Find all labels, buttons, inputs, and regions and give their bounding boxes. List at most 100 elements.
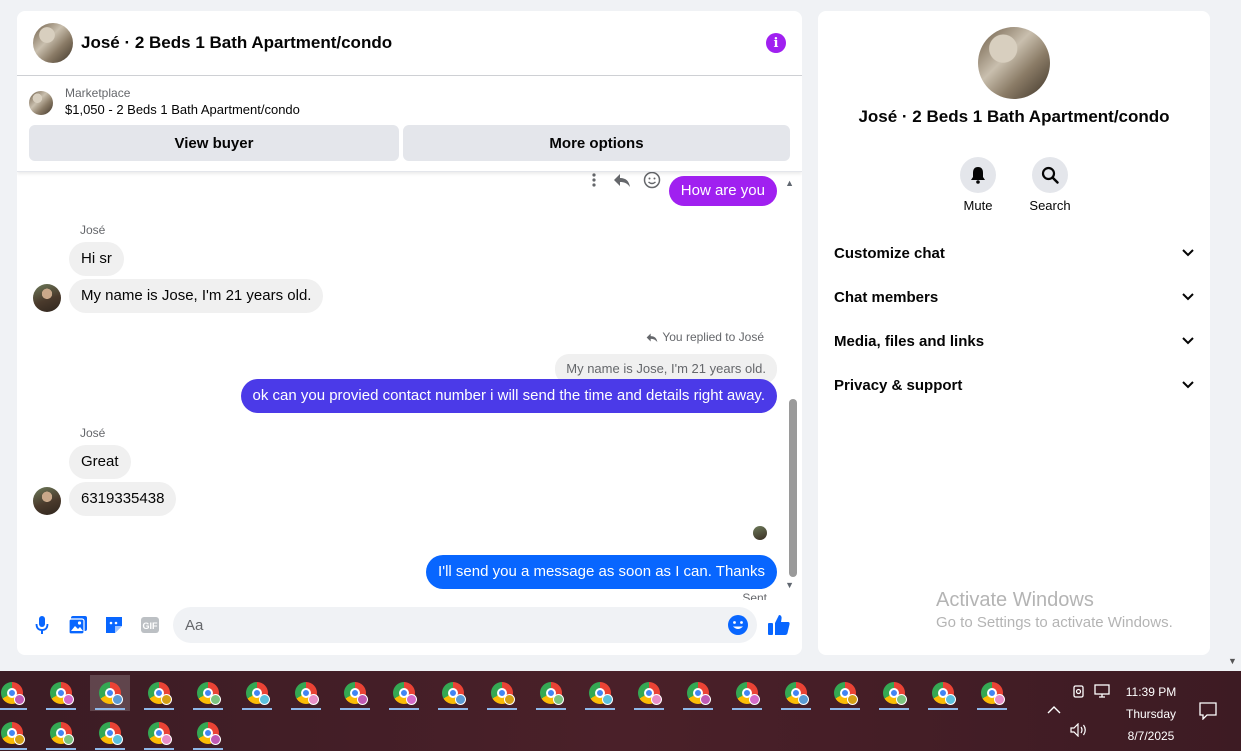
message-incoming[interactable]: 6319335438 — [69, 482, 177, 516]
taskbar-chrome-icon[interactable] — [727, 675, 767, 711]
gif-icon[interactable]: GIF — [139, 614, 161, 636]
photo-icon[interactable] — [67, 614, 89, 636]
more-options-button[interactable]: More options — [403, 125, 790, 161]
message-input-box[interactable] — [173, 607, 757, 643]
taskbar-chrome-icon[interactable] — [90, 675, 130, 711]
section-label: Customize chat — [834, 244, 945, 262]
taskbar-chrome-icon[interactable] — [874, 675, 914, 711]
scroll-down-arrow[interactable]: ▼ — [785, 580, 794, 590]
taskbar-chrome-icon[interactable] — [776, 675, 816, 711]
running-indicator — [830, 708, 860, 710]
taskbar-chrome-icon[interactable] — [678, 675, 718, 711]
chat-title[interactable]: José · 2 Beds 1 Bath Apartment/condo — [81, 33, 766, 53]
taskbar-chrome-icon[interactable] — [923, 675, 963, 711]
chevron-down-icon — [1182, 249, 1194, 257]
listing-photo[interactable] — [33, 23, 73, 63]
reply-indicator: You replied to José — [646, 330, 764, 344]
scrollbar-thumb[interactable] — [789, 399, 797, 577]
running-indicator — [291, 708, 321, 710]
avatar[interactable] — [33, 487, 61, 515]
search-label: Search — [1029, 198, 1071, 213]
listing-thumbnail[interactable] — [29, 90, 53, 115]
message-status: Sent — [742, 591, 767, 600]
taskbar-chrome-icon[interactable] — [188, 675, 228, 711]
message-incoming[interactable]: Great — [69, 445, 131, 479]
taskbar-chrome-icon[interactable] — [825, 675, 865, 711]
taskbar-chrome-icon[interactable] — [335, 675, 375, 711]
profile-badge-icon — [602, 694, 613, 705]
emoji-icon[interactable] — [727, 614, 749, 636]
taskbar-chrome-icon[interactable] — [972, 675, 1012, 711]
message-incoming[interactable]: My name is Jose, I'm 21 years old. — [69, 279, 324, 313]
more-icon[interactable] — [587, 172, 601, 188]
message-outgoing[interactable]: How are you — [668, 176, 777, 206]
profile-badge-icon — [406, 694, 417, 705]
message-outgoing[interactable]: I'll send you a message as soon as I can… — [426, 555, 777, 589]
microphone-icon[interactable] — [31, 614, 53, 636]
sender-name: José — [80, 426, 106, 440]
profile-badge-icon — [14, 694, 25, 705]
watermark-subtitle: Go to Settings to activate Windows. — [936, 614, 1173, 631]
taskbar-chrome-icon[interactable] — [0, 715, 32, 751]
taskbar-chrome-icon[interactable] — [629, 675, 669, 711]
view-buyer-button[interactable]: View buyer — [29, 125, 399, 161]
message-input[interactable] — [185, 616, 705, 634]
taskbar-chrome-icon[interactable] — [237, 675, 277, 711]
seen-avatar — [753, 526, 767, 540]
running-indicator — [144, 748, 174, 750]
network-icon[interactable] — [1094, 684, 1112, 698]
chevron-up-icon[interactable] — [1047, 705, 1061, 715]
running-indicator — [732, 708, 762, 710]
running-indicator — [0, 748, 27, 750]
taskbar-chrome-icon[interactable] — [433, 675, 473, 711]
page-scroll-down-arrow[interactable]: ▼ — [1228, 656, 1237, 666]
notifications-icon[interactable] — [1199, 702, 1217, 720]
sticker-icon[interactable] — [103, 614, 125, 636]
conversation-details-panel: José · 2 Beds 1 Bath Apartment/condo Mut… — [818, 11, 1210, 655]
taskbar-chrome-icon[interactable] — [139, 715, 179, 751]
taskbar-chrome-icon[interactable] — [580, 675, 620, 711]
mute-button[interactable]: Mute — [960, 157, 996, 213]
running-indicator — [0, 708, 27, 710]
taskbar-chrome-icon[interactable] — [384, 675, 424, 711]
taskbar: 11:39 PM Thursday 8/7/2025 — [0, 671, 1241, 751]
info-icon[interactable]: i — [766, 33, 786, 53]
section-chat-members[interactable]: Chat members — [826, 275, 1202, 319]
profile-badge-icon — [994, 694, 1005, 705]
avatar[interactable] — [33, 284, 61, 312]
taskbar-chrome-icon[interactable] — [482, 675, 522, 711]
taskbar-chrome-icon[interactable] — [90, 715, 130, 751]
clock-day: Thursday — [1125, 707, 1177, 721]
taskbar-chrome-icon[interactable] — [188, 715, 228, 751]
taskbar-chrome-icon[interactable] — [0, 675, 32, 711]
section-privacy-support[interactable]: Privacy & support — [826, 363, 1202, 407]
profile-badge-icon — [553, 694, 564, 705]
volume-icon[interactable] — [1070, 723, 1088, 737]
section-customize-chat[interactable]: Customize chat — [826, 231, 1202, 275]
profile-badge-icon — [63, 734, 74, 745]
system-clock[interactable]: 11:39 PM Thursday 8/7/2025 — [1112, 681, 1190, 747]
taskbar-chrome-icon[interactable] — [41, 715, 81, 751]
message-list[interactable]: ▲ ▼ How are you José Hi sr My name is Jo… — [17, 172, 802, 600]
profile-badge-icon — [504, 694, 515, 705]
running-indicator — [95, 748, 125, 750]
taskbar-chrome-icon[interactable] — [531, 675, 571, 711]
listing-title[interactable]: $1,050 - 2 Beds 1 Bath Apartment/condo — [65, 101, 300, 119]
running-indicator — [242, 708, 272, 710]
section-media-files-links[interactable]: Media, files and links — [826, 319, 1202, 363]
listing-profile-photo[interactable] — [978, 27, 1050, 99]
reply-icon[interactable] — [613, 172, 631, 188]
message-incoming[interactable]: Hi sr — [69, 242, 124, 276]
running-indicator — [389, 708, 419, 710]
taskbar-chrome-icon[interactable] — [41, 675, 81, 711]
taskbar-chrome-icon[interactable] — [286, 675, 326, 711]
like-thumb-icon[interactable] — [767, 613, 791, 637]
meet-now-icon[interactable] — [1072, 683, 1086, 699]
react-icon[interactable] — [643, 172, 661, 189]
search-button[interactable]: Search — [1029, 157, 1071, 213]
scroll-up-arrow[interactable]: ▲ — [785, 178, 794, 188]
message-outgoing[interactable]: ok can you provied contact number i will… — [240, 379, 777, 413]
taskbar-chrome-icon[interactable] — [139, 675, 179, 711]
profile-badge-icon — [112, 694, 123, 705]
profile-badge-icon — [112, 734, 123, 745]
